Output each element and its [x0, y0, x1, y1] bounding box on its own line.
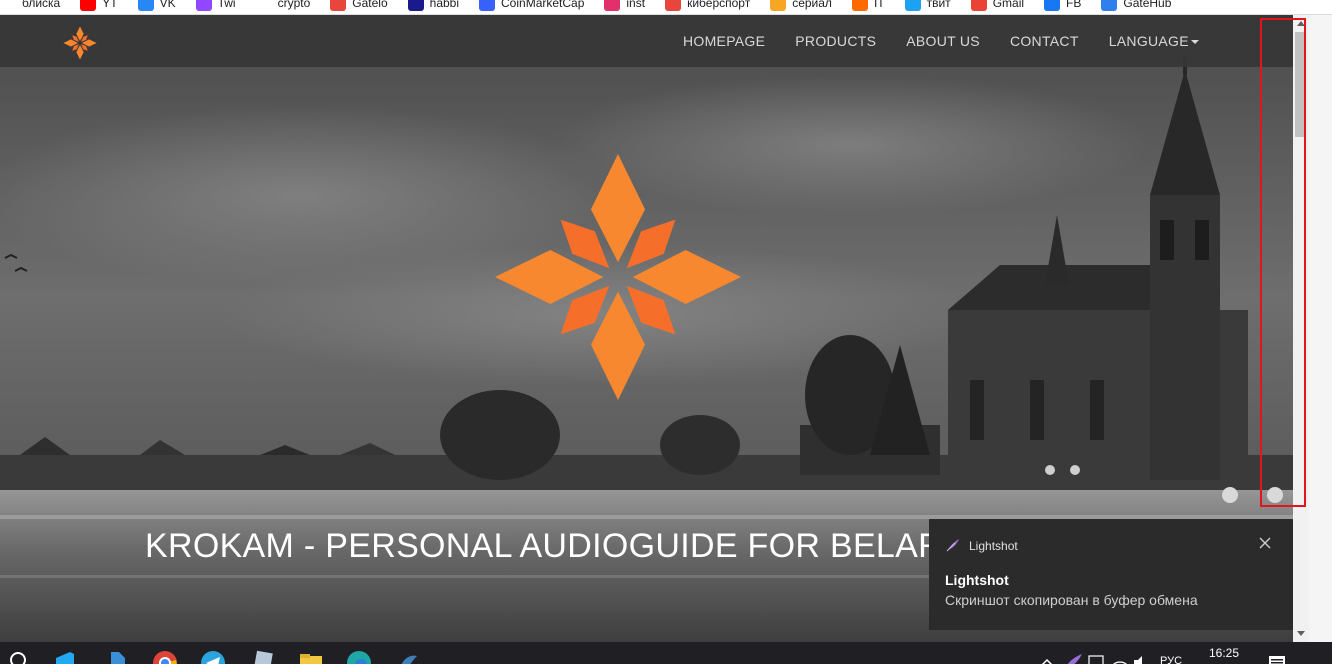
- vk-icon: [137, 0, 154, 11]
- krokam-logo-icon[interactable]: [62, 25, 98, 61]
- notification-body: Скриншот скопирован в буфер обмена: [945, 592, 1198, 608]
- nav-link-about-us[interactable]: ABOUT US: [906, 33, 980, 49]
- telegram-icon[interactable]: [200, 650, 226, 664]
- bookmark-label: киберспорт: [687, 0, 751, 10]
- bookmark-label: habbi: [429, 0, 460, 10]
- nav-link-contact[interactable]: CONTACT: [1010, 33, 1079, 49]
- language-dropdown-label: LANGUAGE: [1108, 33, 1189, 49]
- bookmark-label: Twi: [217, 0, 236, 10]
- notification-center-icon[interactable]: [1265, 652, 1291, 664]
- bookmark-item[interactable]: сериал: [770, 0, 832, 11]
- tab-icon: [0, 0, 16, 11]
- habbi-icon: [407, 0, 424, 11]
- bookmark-label: блиска: [22, 0, 61, 10]
- lightshot-tray-icon[interactable]: [1060, 650, 1086, 664]
- lightshot-feather-icon: [946, 539, 959, 552]
- search-icon[interactable]: [8, 650, 34, 664]
- volume-tray-icon[interactable]: [1130, 652, 1156, 664]
- clock-time[interactable]: 16:25: [1209, 646, 1239, 660]
- bookmark-label: inst: [626, 0, 646, 10]
- bookmark-item[interactable]: YT: [80, 0, 118, 11]
- lightshot-notification[interactable]: Lightshot Lightshot Скриншот скопирован …: [929, 519, 1293, 630]
- explorer-icon[interactable]: [298, 650, 324, 664]
- bookmark-item[interactable]: CoinMarketCap: [479, 0, 584, 11]
- bookmark-label: FB: [1066, 0, 1082, 10]
- bookmark-item[interactable]: Twi: [195, 0, 236, 11]
- youtube-icon: [80, 0, 97, 11]
- bookmark-item[interactable]: твит: [904, 0, 951, 11]
- bookmark-item[interactable]: IT: [851, 0, 885, 11]
- chevron-up-icon[interactable]: [1036, 652, 1062, 664]
- gmail-icon: [970, 0, 987, 11]
- krokam-hero-logo-icon: [495, 154, 741, 400]
- nav-menu: HOMEPAGE PRODUCTS ABOUT US CONTACT LANGU…: [683, 15, 1199, 67]
- cyber-icon: [665, 0, 682, 11]
- bookmark-label: GateHub: [1123, 0, 1172, 10]
- bookmark-item[interactable]: inst: [604, 0, 645, 11]
- bookmark-item[interactable]: FB: [1044, 0, 1081, 11]
- nav-link-products[interactable]: PRODUCTS: [795, 33, 876, 49]
- notification-title: Lightshot: [945, 572, 1009, 588]
- bookmark-label: CoinMarketCap: [501, 0, 585, 10]
- it-icon: [851, 0, 868, 11]
- windows-taskbar: РУС 16:25: [0, 642, 1332, 664]
- diamond-icon: [330, 0, 347, 11]
- bookmark-item[interactable]: VK: [137, 0, 176, 11]
- input-language-indicator[interactable]: РУС: [1160, 655, 1182, 664]
- arrow-down-icon: [1297, 631, 1305, 636]
- bookmark-label: IT: [873, 0, 885, 10]
- red-annotation-rectangle: [1260, 18, 1306, 507]
- bookmark-item[interactable]: блиска: [0, 0, 60, 11]
- chrome-icon[interactable]: [152, 650, 178, 664]
- bookmark-item[interactable]: Gmail: [970, 0, 1025, 11]
- bookmark-item[interactable]: GateHub: [1101, 0, 1171, 11]
- language-dropdown[interactable]: LANGUAGE: [1109, 33, 1199, 49]
- notes-icon[interactable]: [250, 650, 276, 664]
- coinmarketcap-icon: [479, 0, 496, 11]
- edge-icon[interactable]: [346, 650, 372, 664]
- bookmark-item[interactable]: habbi: [407, 0, 460, 11]
- facebook-icon: [1044, 0, 1061, 11]
- nav-link-homepage[interactable]: HOMEPAGE: [683, 33, 765, 49]
- bookmark-item[interactable]: Gatelo: [330, 0, 388, 11]
- instagram-icon: [604, 0, 621, 11]
- caret-down-icon: [1190, 40, 1199, 45]
- bookmark-label: Gatelo: [352, 0, 388, 10]
- bookmark-item[interactable]: crypto: [255, 0, 311, 11]
- twitter-icon: [904, 0, 921, 11]
- scroll-down-button[interactable]: [1293, 625, 1309, 642]
- top-navbar: HOMEPAGE PRODUCTS ABOUT US CONTACT LANGU…: [0, 15, 1293, 67]
- twitch-icon: [195, 0, 212, 11]
- close-icon[interactable]: [1258, 536, 1272, 550]
- notification-app-name: Lightshot: [969, 539, 1018, 553]
- gatehub-icon: [1101, 0, 1118, 11]
- file-icon[interactable]: [105, 650, 131, 664]
- chart-icon: [255, 0, 272, 11]
- bookmark-label: Gmail: [992, 0, 1025, 10]
- bookmarks-list: блиска YT VK Twi crypto Gatelo habbi CoinMarket…: [0, 0, 1191, 13]
- vscode-icon[interactable]: [52, 650, 78, 664]
- bookmark-label: YT: [102, 0, 118, 10]
- mysql-icon[interactable]: [395, 650, 421, 664]
- bookmark-label: crypto: [277, 0, 311, 10]
- bookmark-label: сериал: [792, 0, 832, 10]
- serial-icon: [770, 0, 787, 11]
- bookmark-label: твит: [926, 0, 951, 10]
- bookmark-label: VK: [159, 0, 176, 10]
- bookmark-item[interactable]: киберспорт: [665, 0, 750, 11]
- bookmarks-bar: блиска YT VK Twi crypto Gatelo habbi CoinMarket…: [0, 0, 1332, 15]
- window-edge: [1309, 15, 1332, 642]
